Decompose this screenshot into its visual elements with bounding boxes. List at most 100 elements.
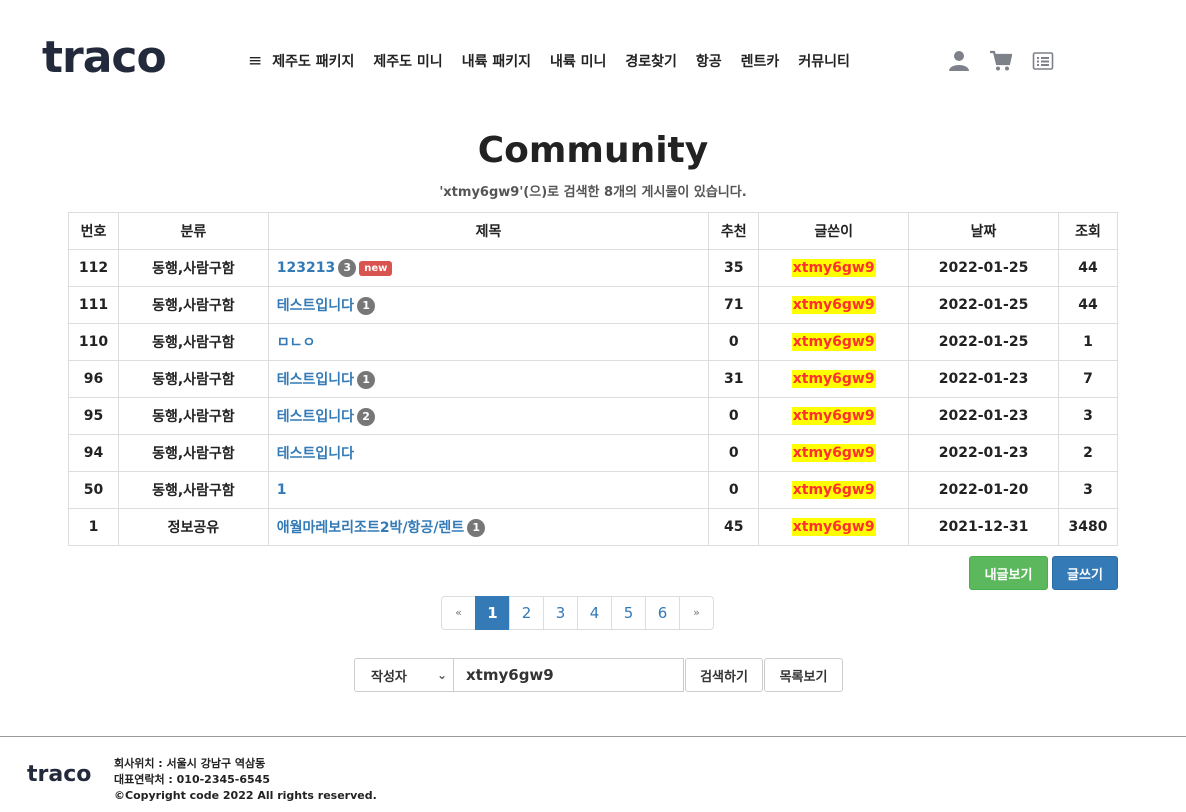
comment-count-badge: 3 (338, 259, 357, 277)
post-title-cell: 애월마레보리조트2박/항공/렌트 1 (267, 508, 710, 546)
post-date: 2022-01-23 (908, 360, 1059, 398)
post-views: 44 (1057, 249, 1119, 287)
footer-divider (0, 736, 1186, 737)
menu-icon[interactable]: ≡ (248, 51, 262, 71)
post-category: 동행,사람구함 (117, 323, 269, 361)
post-likes: 35 (708, 249, 760, 287)
post-title-link[interactable]: 테스트입니다 (277, 372, 354, 388)
post-title-link[interactable]: 1 (277, 482, 287, 498)
header-category: 분류 (117, 212, 269, 250)
post-likes: 0 (708, 434, 760, 472)
post-author[interactable]: xtmy6gw9 (791, 296, 876, 314)
post-title-link[interactable]: 애월마레보리조트2박/항공/렌트 (277, 520, 464, 536)
chevron-down-icon: ⌄ (436, 668, 447, 682)
post-views: 2 (1057, 434, 1119, 472)
post-title-link[interactable]: 123213 (277, 260, 335, 276)
search-result-summary: 'xtmy6gw9'(으)로 검색한 8개의 게시물이 있습니다. (439, 185, 747, 200)
footer-logo: traco (27, 762, 92, 787)
page-button-3[interactable]: 3 (543, 596, 578, 630)
header-views: 조회 (1057, 212, 1119, 250)
footer-address: 회사위치 : 서울시 강남구 역삼동 (114, 757, 266, 770)
page-button-1[interactable]: 1 (475, 596, 510, 630)
comment-count-badge: 1 (357, 371, 376, 389)
header-author: 글쓴이 (758, 212, 910, 250)
post-author-cell: xtmy6gw9 (758, 323, 910, 361)
post-author[interactable]: xtmy6gw9 (791, 518, 876, 536)
post-author[interactable]: xtmy6gw9 (791, 444, 876, 462)
new-badge: new (359, 260, 393, 276)
post-title-link[interactable]: ㅁㄴㅇ (277, 335, 316, 351)
post-likes: 0 (708, 471, 760, 509)
page-button-6[interactable]: 6 (645, 596, 680, 630)
post-category: 동행,사람구함 (117, 249, 269, 287)
next-page-button[interactable]: » (679, 596, 714, 630)
search-field-select[interactable]: 작성자 ⌄ (354, 658, 454, 692)
table-header-row: 번호 분류 제목 추천 글쓴이 날짜 조회 (68, 212, 1119, 250)
post-author-cell: xtmy6gw9 (758, 471, 910, 509)
nav-rentcar[interactable]: 렌트카 (741, 51, 780, 71)
list-icon[interactable] (1032, 50, 1054, 72)
nav-jeju-mini[interactable]: 제주도 미니 (373, 51, 442, 71)
post-author[interactable]: xtmy6gw9 (791, 333, 876, 351)
nav-flight[interactable]: 항공 (696, 51, 722, 71)
post-title-link[interactable]: 테스트입니다 (277, 298, 354, 314)
post-title-cell: 테스트입니다 1 (267, 360, 710, 398)
write-post-button[interactable]: 글쓰기 (1052, 556, 1118, 590)
header-icons (948, 50, 1054, 72)
post-likes: 45 (708, 508, 760, 546)
post-author[interactable]: xtmy6gw9 (791, 259, 876, 277)
table-row: 96 동행,사람구함 테스트입니다 1 31 xtmy6gw9 2022-01-2… (68, 360, 1119, 398)
post-title-cell: 123213 3 new (267, 249, 710, 287)
table-row: 112 동행,사람구함 123213 3 new 35 xtmy6gw9 2022-… (68, 249, 1119, 287)
my-posts-button[interactable]: 내글보기 (969, 556, 1048, 590)
search-input[interactable]: xtmy6gw9 (454, 658, 684, 692)
page-button-5[interactable]: 5 (611, 596, 646, 630)
footer-info: 회사위치 : 서울시 강남구 역삼동 대표연락처 : 010-2345-6545… (114, 756, 377, 804)
post-title-link[interactable]: 테스트입니다 (277, 446, 354, 462)
nav-route-finder[interactable]: 경로찾기 (625, 51, 677, 71)
user-icon[interactable] (948, 50, 970, 72)
post-author-cell: xtmy6gw9 (758, 508, 910, 546)
post-category: 동행,사람구함 (117, 360, 269, 398)
post-views: 3 (1057, 397, 1119, 435)
comment-count-badge: 1 (467, 519, 486, 537)
post-number: 96 (68, 360, 119, 398)
search-button[interactable]: 검색하기 (685, 658, 763, 692)
post-views: 3 (1057, 471, 1119, 509)
post-author-cell: xtmy6gw9 (758, 249, 910, 287)
post-likes: 0 (708, 323, 760, 361)
table-row: 110 동행,사람구함 ㅁㄴㅇ 0 xtmy6gw9 2022-01-25 1 (68, 323, 1119, 361)
header-date: 날짜 (908, 212, 1059, 250)
post-title-link[interactable]: 테스트입니다 (277, 409, 354, 425)
post-date: 2022-01-20 (908, 471, 1059, 509)
pagination: « 1 2 3 4 5 6 » (441, 596, 714, 630)
post-views: 3480 (1057, 508, 1119, 546)
table-row: 95 동행,사람구함 테스트입니다 2 0 xtmy6gw9 2022-01-23… (68, 397, 1119, 435)
post-title-cell: 테스트입니다 (267, 434, 710, 472)
post-views: 44 (1057, 286, 1119, 324)
post-likes: 71 (708, 286, 760, 324)
site-logo[interactable]: traco (42, 32, 167, 83)
post-author[interactable]: xtmy6gw9 (791, 481, 876, 499)
table-row: 94 동행,사람구함 테스트입니다 0 xtmy6gw9 2022-01-23 … (68, 434, 1119, 472)
post-date: 2022-01-23 (908, 434, 1059, 472)
post-views: 7 (1057, 360, 1119, 398)
nav-inland-mini[interactable]: 내륙 미니 (550, 51, 606, 71)
post-number: 94 (68, 434, 119, 472)
post-date: 2022-01-23 (908, 397, 1059, 435)
prev-page-button[interactable]: « (441, 596, 476, 630)
post-author-cell: xtmy6gw9 (758, 397, 910, 435)
post-category: 동행,사람구함 (117, 286, 269, 324)
post-date: 2022-01-25 (908, 323, 1059, 361)
post-author[interactable]: xtmy6gw9 (791, 370, 876, 388)
cart-icon[interactable] (990, 50, 1013, 72)
post-likes: 31 (708, 360, 760, 398)
nav-community[interactable]: 커뮤니티 (798, 51, 850, 71)
page-button-2[interactable]: 2 (509, 596, 544, 630)
post-title-cell: 1 (267, 471, 710, 509)
nav-jeju-package[interactable]: 제주도 패키지 (272, 51, 354, 71)
page-button-4[interactable]: 4 (577, 596, 612, 630)
list-view-button[interactable]: 목록보기 (764, 658, 843, 692)
post-author[interactable]: xtmy6gw9 (791, 407, 876, 425)
nav-inland-package[interactable]: 내륙 패키지 (462, 51, 531, 71)
